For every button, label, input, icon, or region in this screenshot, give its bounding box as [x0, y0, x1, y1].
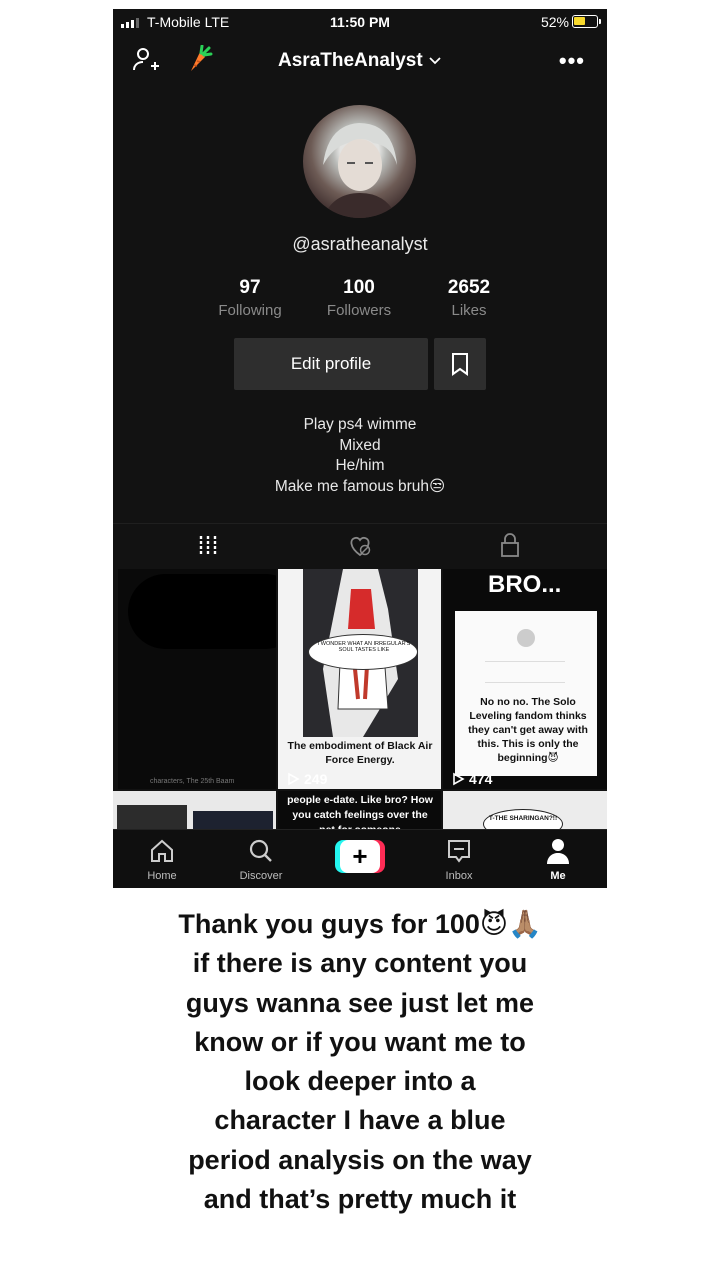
- speech-bubble: I WONDER WHAT AN IRREGULAR'S SOUL TASTES…: [308, 634, 418, 670]
- tab-private[interactable]: [499, 532, 521, 563]
- view-count: 249: [286, 771, 327, 787]
- likes-label: Likes: [451, 302, 487, 319]
- likes-count: 2652: [447, 277, 491, 298]
- caption-line: character I have a blue: [214, 1105, 506, 1136]
- caption-line: if there is any content you: [192, 948, 528, 979]
- video-thumbnail[interactable]: I WONDER WHAT AN IRREGULAR'S SOUL TASTES…: [278, 569, 441, 789]
- phone-screen: T-Mobile LTE 11:50 PM 52% AsraTheAnalyst…: [113, 9, 607, 888]
- nav-discover-label: Discover: [239, 870, 283, 882]
- grid-icon: [199, 536, 217, 556]
- video-caption: No no no. The Solo Leveling fandom think…: [468, 696, 588, 764]
- caption-line: period analysis on the way: [188, 1144, 532, 1175]
- hidden-heart-icon: [350, 536, 371, 557]
- battery-icon: [572, 15, 601, 28]
- video-caption: The embodiment of Black Air Force Energy…: [287, 740, 433, 766]
- battery-percent: 52%: [540, 14, 569, 30]
- caption-line: and that’s pretty much it: [203, 1184, 517, 1215]
- status-bar: T-Mobile LTE 11:50 PM 52%: [113, 9, 607, 35]
- edit-profile-button[interactable]: Edit profile: [234, 338, 428, 390]
- bookmark-icon: [452, 353, 468, 376]
- followers-stat[interactable]: 100 Followers: [304, 277, 414, 319]
- nav-discover[interactable]: Discover: [221, 836, 301, 882]
- nav-home[interactable]: Home: [122, 836, 202, 882]
- create-plus-icon: +: [340, 840, 380, 873]
- speech-bubble-text: I WONDER WHAT AN IRREGULAR'S SOUL TASTES…: [317, 641, 411, 653]
- bookmark-button[interactable]: [434, 338, 486, 390]
- tab-videos[interactable]: [197, 534, 219, 563]
- profile-bio: Play ps4 wimme Mixed He/him Make me famo…: [113, 415, 607, 497]
- avatar[interactable]: [303, 105, 416, 218]
- following-label: Following: [218, 302, 282, 319]
- lock-icon: [501, 533, 519, 557]
- followers-label: Followers: [326, 302, 392, 319]
- profile-header: AsraTheAnalyst •••: [113, 43, 607, 79]
- mini-stats: [485, 661, 565, 683]
- nav-me-label: Me: [550, 870, 566, 882]
- view-count-label: 249: [304, 771, 328, 787]
- play-icon: [288, 772, 300, 786]
- bio-line: Play ps4 wimme: [303, 416, 417, 433]
- nav-inbox[interactable]: Inbox: [419, 836, 499, 882]
- home-icon: [151, 839, 173, 862]
- likes-stat[interactable]: 2652 Likes: [414, 277, 524, 319]
- redaction-scribble: [128, 574, 276, 649]
- clock: 11:50 PM: [330, 14, 390, 30]
- chevron-down-icon: [428, 50, 442, 71]
- profile-handle: @asratheanalyst: [292, 234, 428, 254]
- following-count: 97: [239, 277, 261, 298]
- caption-line: guys wanna see just let me: [185, 987, 535, 1018]
- view-count: 474: [451, 771, 492, 787]
- video-header-text: BRO...: [488, 571, 562, 598]
- more-options-icon[interactable]: •••: [559, 48, 585, 74]
- bottom-navigation: Home Discover + Inbox Me: [113, 829, 607, 888]
- nav-me[interactable]: Me: [518, 836, 598, 882]
- bio-line: Make me famous bruh😒: [274, 477, 446, 495]
- video-thumbnail[interactable]: characters, The 25th Baam: [118, 569, 276, 789]
- caption-line: know or if you want me to: [194, 1026, 526, 1057]
- mini-avatar: [517, 629, 535, 647]
- video-thumbnail[interactable]: BRO... No no no. The Solo Leveling fando…: [443, 569, 607, 789]
- username-label: AsraTheAnalyst: [278, 50, 423, 71]
- followers-count: 100: [343, 277, 375, 298]
- speech-bubble-text: T-THE SHARINGAN?!!: [488, 815, 558, 822]
- create-button[interactable]: +: [335, 840, 385, 873]
- inbox-icon: [448, 840, 470, 863]
- caption-line: look deeper into a: [244, 1066, 476, 1097]
- tab-liked[interactable]: [347, 534, 373, 563]
- corner-text: characters, The 25th Baam: [150, 778, 235, 785]
- caption-line: Thank you guys for 100😈🙏🏽: [178, 909, 542, 939]
- post-caption: Thank you guys for 100😈🙏🏽 if there is an…: [150, 905, 570, 1219]
- profile-icon: [547, 839, 569, 864]
- following-stat[interactable]: 97 Following: [195, 277, 305, 319]
- view-count-label: 474: [469, 771, 493, 787]
- bio-line: He/him: [335, 457, 385, 474]
- nav-home-label: Home: [147, 870, 177, 882]
- username-switcher[interactable]: AsraTheAnalyst: [113, 50, 607, 72]
- nav-inbox-label: Inbox: [445, 870, 473, 882]
- bio-line: Mixed: [339, 436, 381, 454]
- profile-tabs: [113, 523, 607, 567]
- search-icon: [249, 839, 272, 862]
- play-icon: [453, 772, 465, 786]
